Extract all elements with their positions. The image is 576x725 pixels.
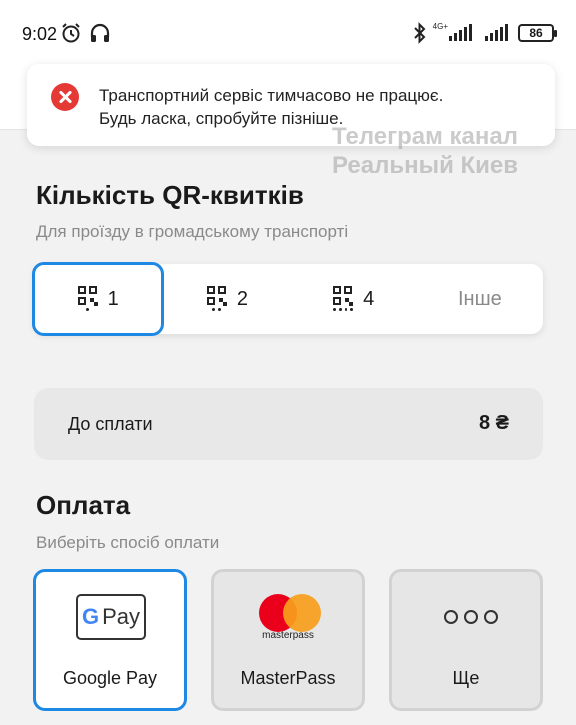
status-right: 4G+ 86 <box>413 22 557 44</box>
qr-icon <box>333 286 354 312</box>
quantity-title: Кількість QR-квитків <box>36 180 304 210</box>
quantity-option-label: 2 <box>236 287 248 310</box>
qr-icon <box>77 286 98 312</box>
watermark-line-2: Реальный Киев <box>332 152 519 179</box>
google-pay-logo-text: Pay <box>102 604 141 629</box>
quantity-option-2[interactable]: 2 <box>164 264 290 334</box>
watermark-line-1: Телеграм канал <box>332 123 518 150</box>
status-time: 9:02 <box>22 24 58 44</box>
total-amount: 8 ₴ <box>478 412 509 434</box>
battery-icon: 86 <box>518 24 557 42</box>
masterpass-logo-text: masterpass <box>262 630 314 641</box>
error-icon <box>51 83 79 111</box>
payment-subtitle: Виберіть спосіб оплати <box>36 533 220 552</box>
quantity-option-other[interactable]: Інше <box>417 264 543 334</box>
quantity-option-1[interactable]: 1 <box>32 262 165 336</box>
payment-method-more[interactable]: Ще <box>389 569 543 711</box>
mastercard-logo <box>259 594 321 634</box>
quantity-subtitle: Для проїзду в громадському транспорті <box>36 222 349 241</box>
qr-icon <box>206 286 227 312</box>
payment-method-label: MasterPass <box>240 668 336 688</box>
alarm-icon <box>62 23 80 43</box>
network-type: 4G+ <box>432 22 448 31</box>
more-icon <box>444 610 498 624</box>
total-label: До сплати <box>68 414 153 434</box>
battery-level: 86 <box>529 26 543 40</box>
payment-title: Оплата <box>36 490 131 520</box>
status-bar: 9:02 4G+ 86 <box>0 0 576 66</box>
payment-method-google-pay[interactable]: G Pay Google Pay <box>33 569 187 711</box>
payment-method-label: Google Pay <box>62 668 158 688</box>
quantity-selector: 1 2 4 Інше <box>32 262 543 336</box>
total-row: До сплати 8 ₴ <box>34 388 543 460</box>
signal-icon-2 <box>485 24 508 41</box>
signal-icon <box>449 24 472 41</box>
quantity-option-label: 1 <box>107 287 119 310</box>
quantity-option-label: 4 <box>363 287 375 310</box>
payment-method-label: Ще <box>452 668 480 688</box>
watermark: Телеграм канал Реальный Киев <box>332 122 518 180</box>
payment-method-masterpass[interactable]: masterpass MasterPass <box>211 569 365 711</box>
toast-line-1: Транспортний сервіс тимчасово не працює. <box>99 86 444 105</box>
google-pay-logo: G Pay <box>76 594 146 640</box>
quantity-option-4[interactable]: 4 <box>291 264 417 334</box>
headphones-icon <box>90 23 110 42</box>
bluetooth-icon <box>413 22 426 44</box>
quantity-option-label: Інше <box>457 287 502 310</box>
